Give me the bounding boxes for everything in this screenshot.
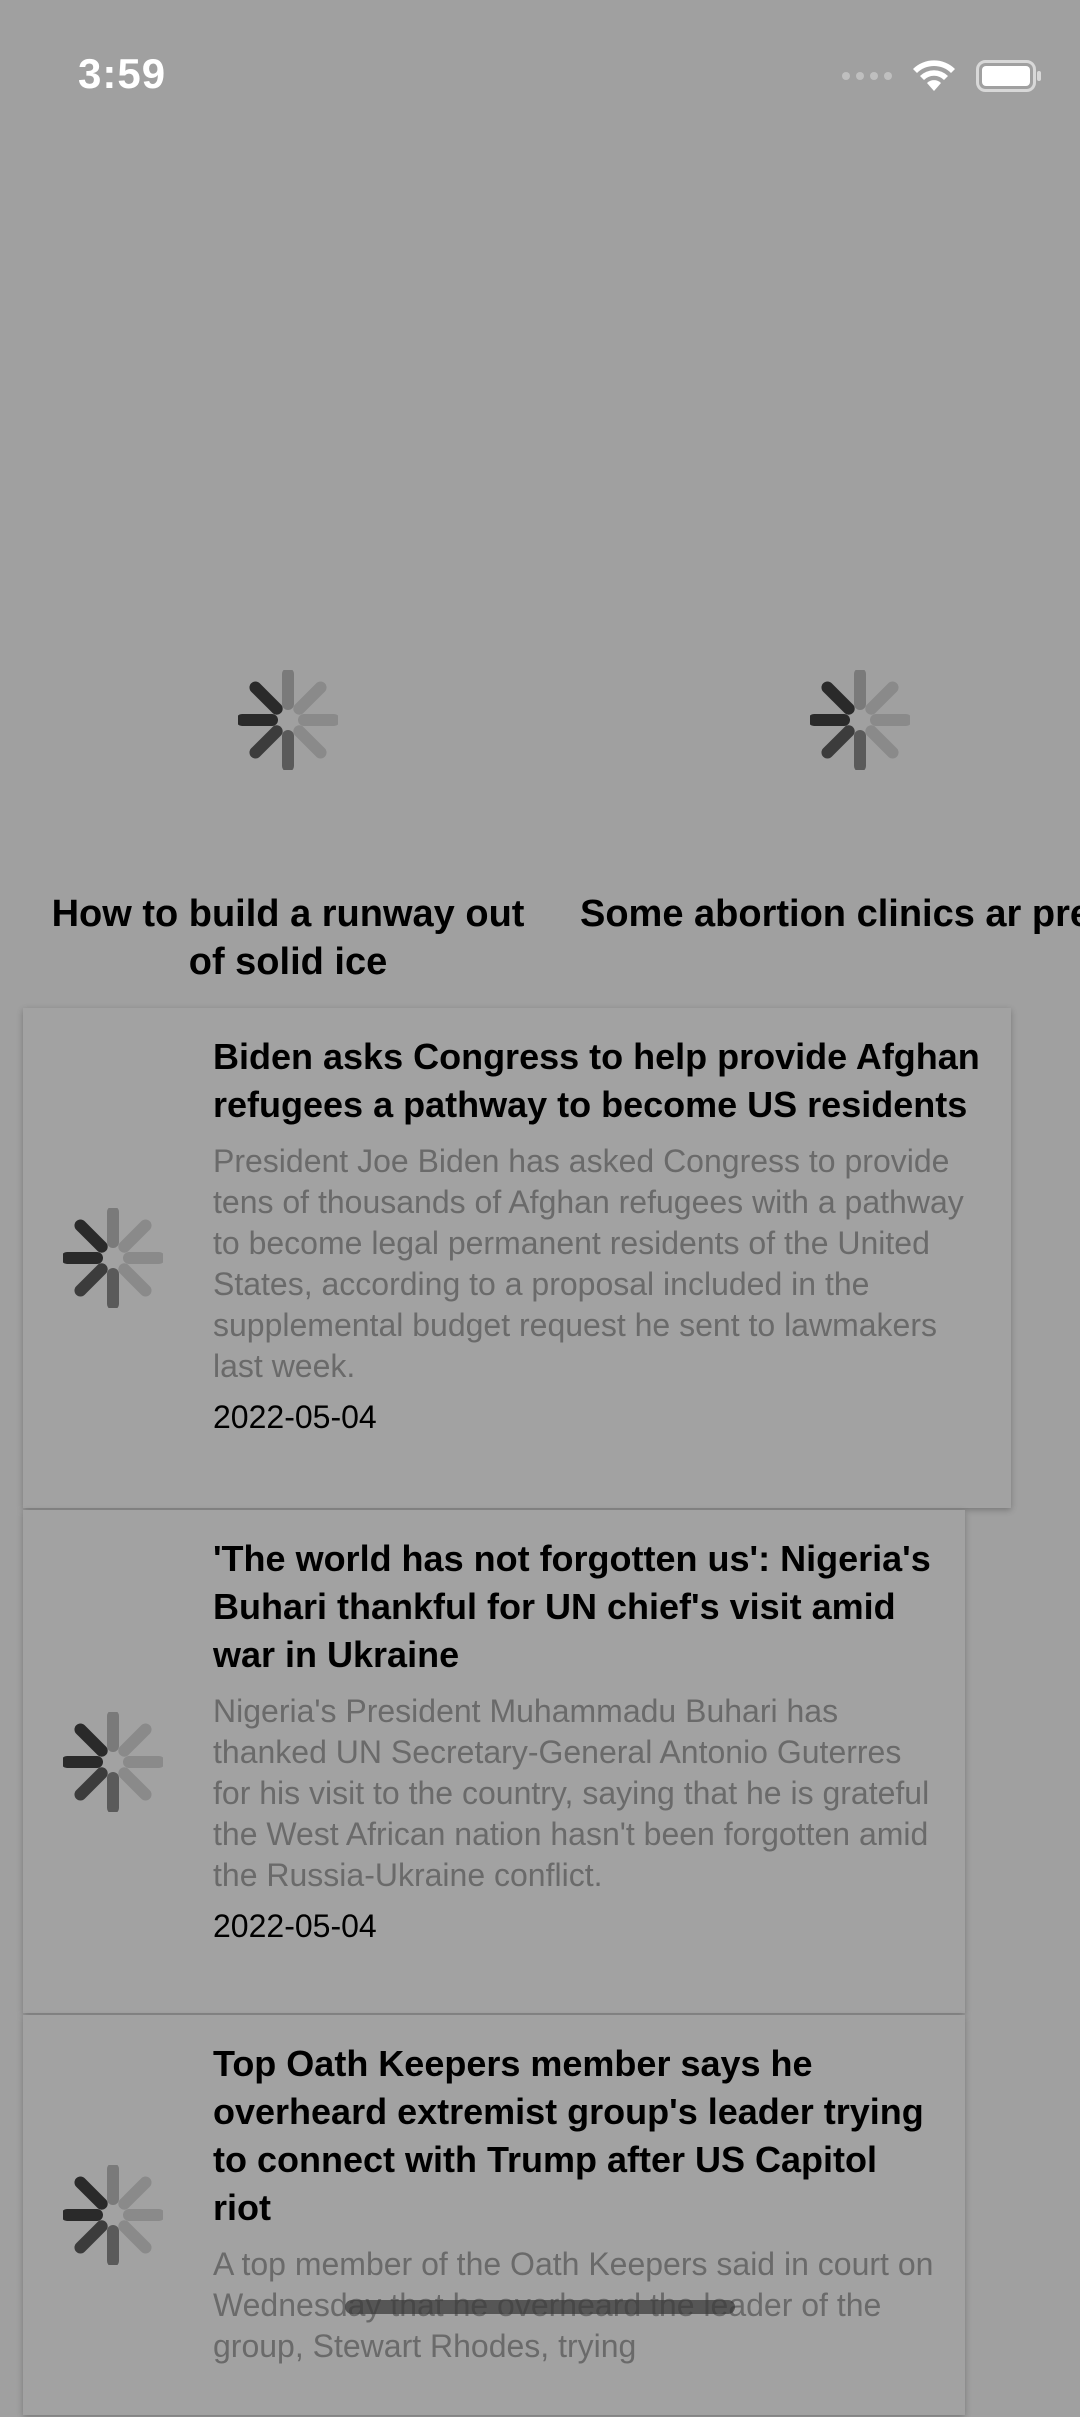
news-list[interactable]: Biden asks Congress to help provide Afgh… xyxy=(23,1008,1023,2417)
news-summary: Nigeria's President Muhammadu Buhari has… xyxy=(213,1693,930,1893)
featured-image xyxy=(580,560,1080,880)
featured-carousel[interactable]: How to build a runway out of solid ice S… xyxy=(0,560,1080,1000)
spinner-spoke xyxy=(865,681,899,715)
news-headline: Biden asks Congress to help provide Afgh… xyxy=(213,1036,980,1125)
featured-card[interactable]: How to build a runway out of solid ice xyxy=(8,560,568,1000)
news-date: 2022-05-04 xyxy=(213,1399,377,1435)
news-list-item[interactable]: 'The world has not forgotten us': Nigeri… xyxy=(23,1510,965,2013)
spinner-spoke xyxy=(118,1263,152,1297)
news-date: 2022-05-04 xyxy=(213,1908,377,1944)
news-summary: President Joe Biden has asked Congress t… xyxy=(213,1143,964,1384)
spinner-spoke xyxy=(821,725,855,759)
featured-image xyxy=(8,560,568,880)
spinner-spoke xyxy=(118,1722,152,1757)
news-list-item[interactable]: Top Oath Keepers member says he overhear… xyxy=(23,2015,965,2415)
signal-icon xyxy=(842,72,892,80)
spinner-spoke xyxy=(74,1766,108,1801)
spinner-spoke xyxy=(74,2220,108,2254)
loading-spinner-icon xyxy=(63,2165,163,2265)
loading-spinner-icon xyxy=(810,670,910,770)
status-bar: 3:59 xyxy=(0,0,1080,140)
news-content: Top Oath Keepers member says he overhear… xyxy=(213,2015,965,2367)
spinner-spoke xyxy=(118,1219,152,1253)
loading-spinner-icon xyxy=(63,1208,163,1308)
home-indicator[interactable] xyxy=(345,2300,735,2314)
battery-icon xyxy=(976,60,1041,92)
loading-spinner-icon xyxy=(238,670,338,770)
news-thumbnail xyxy=(23,1510,203,2013)
spinner-spoke xyxy=(118,1766,152,1801)
news-content: Biden asks Congress to help provide Afgh… xyxy=(213,1008,1011,1457)
status-time: 3:59 xyxy=(78,50,167,97)
featured-title: How to build a runway out of solid ice xyxy=(51,893,525,983)
spinner-spoke xyxy=(821,681,855,715)
news-thumbnail xyxy=(23,2015,203,2415)
spinner-spoke xyxy=(249,681,283,715)
news-thumbnail xyxy=(23,1008,203,1508)
news-list-item[interactable]: Biden asks Congress to help provide Afgh… xyxy=(23,1008,1011,1508)
spinner-spoke xyxy=(74,1219,108,1253)
status-icons xyxy=(842,56,1042,96)
spinner-spoke xyxy=(249,725,283,759)
featured-card[interactable]: Some abortion clinics ar preparing for m… xyxy=(580,560,1080,1000)
spinner-spoke xyxy=(293,725,327,759)
spinner-spoke xyxy=(74,1263,108,1297)
loading-spinner-icon xyxy=(63,1711,163,1812)
spinner-spoke xyxy=(74,1722,108,1757)
spinner-spoke xyxy=(118,2220,152,2254)
spinner-spoke xyxy=(293,681,327,715)
featured-title: Some abortion clinics ar preparing for m… xyxy=(580,893,1080,935)
spinner-spoke xyxy=(74,2176,108,2210)
news-headline: Top Oath Keepers member says he overhear… xyxy=(213,2043,924,2228)
wifi-icon xyxy=(913,60,955,91)
spinner-spoke xyxy=(118,2176,152,2210)
spinner-spoke xyxy=(865,725,899,759)
news-headline: 'The world has not forgotten us': Nigeri… xyxy=(213,1538,931,1675)
news-content: 'The world has not forgotten us': Nigeri… xyxy=(213,1510,965,1966)
